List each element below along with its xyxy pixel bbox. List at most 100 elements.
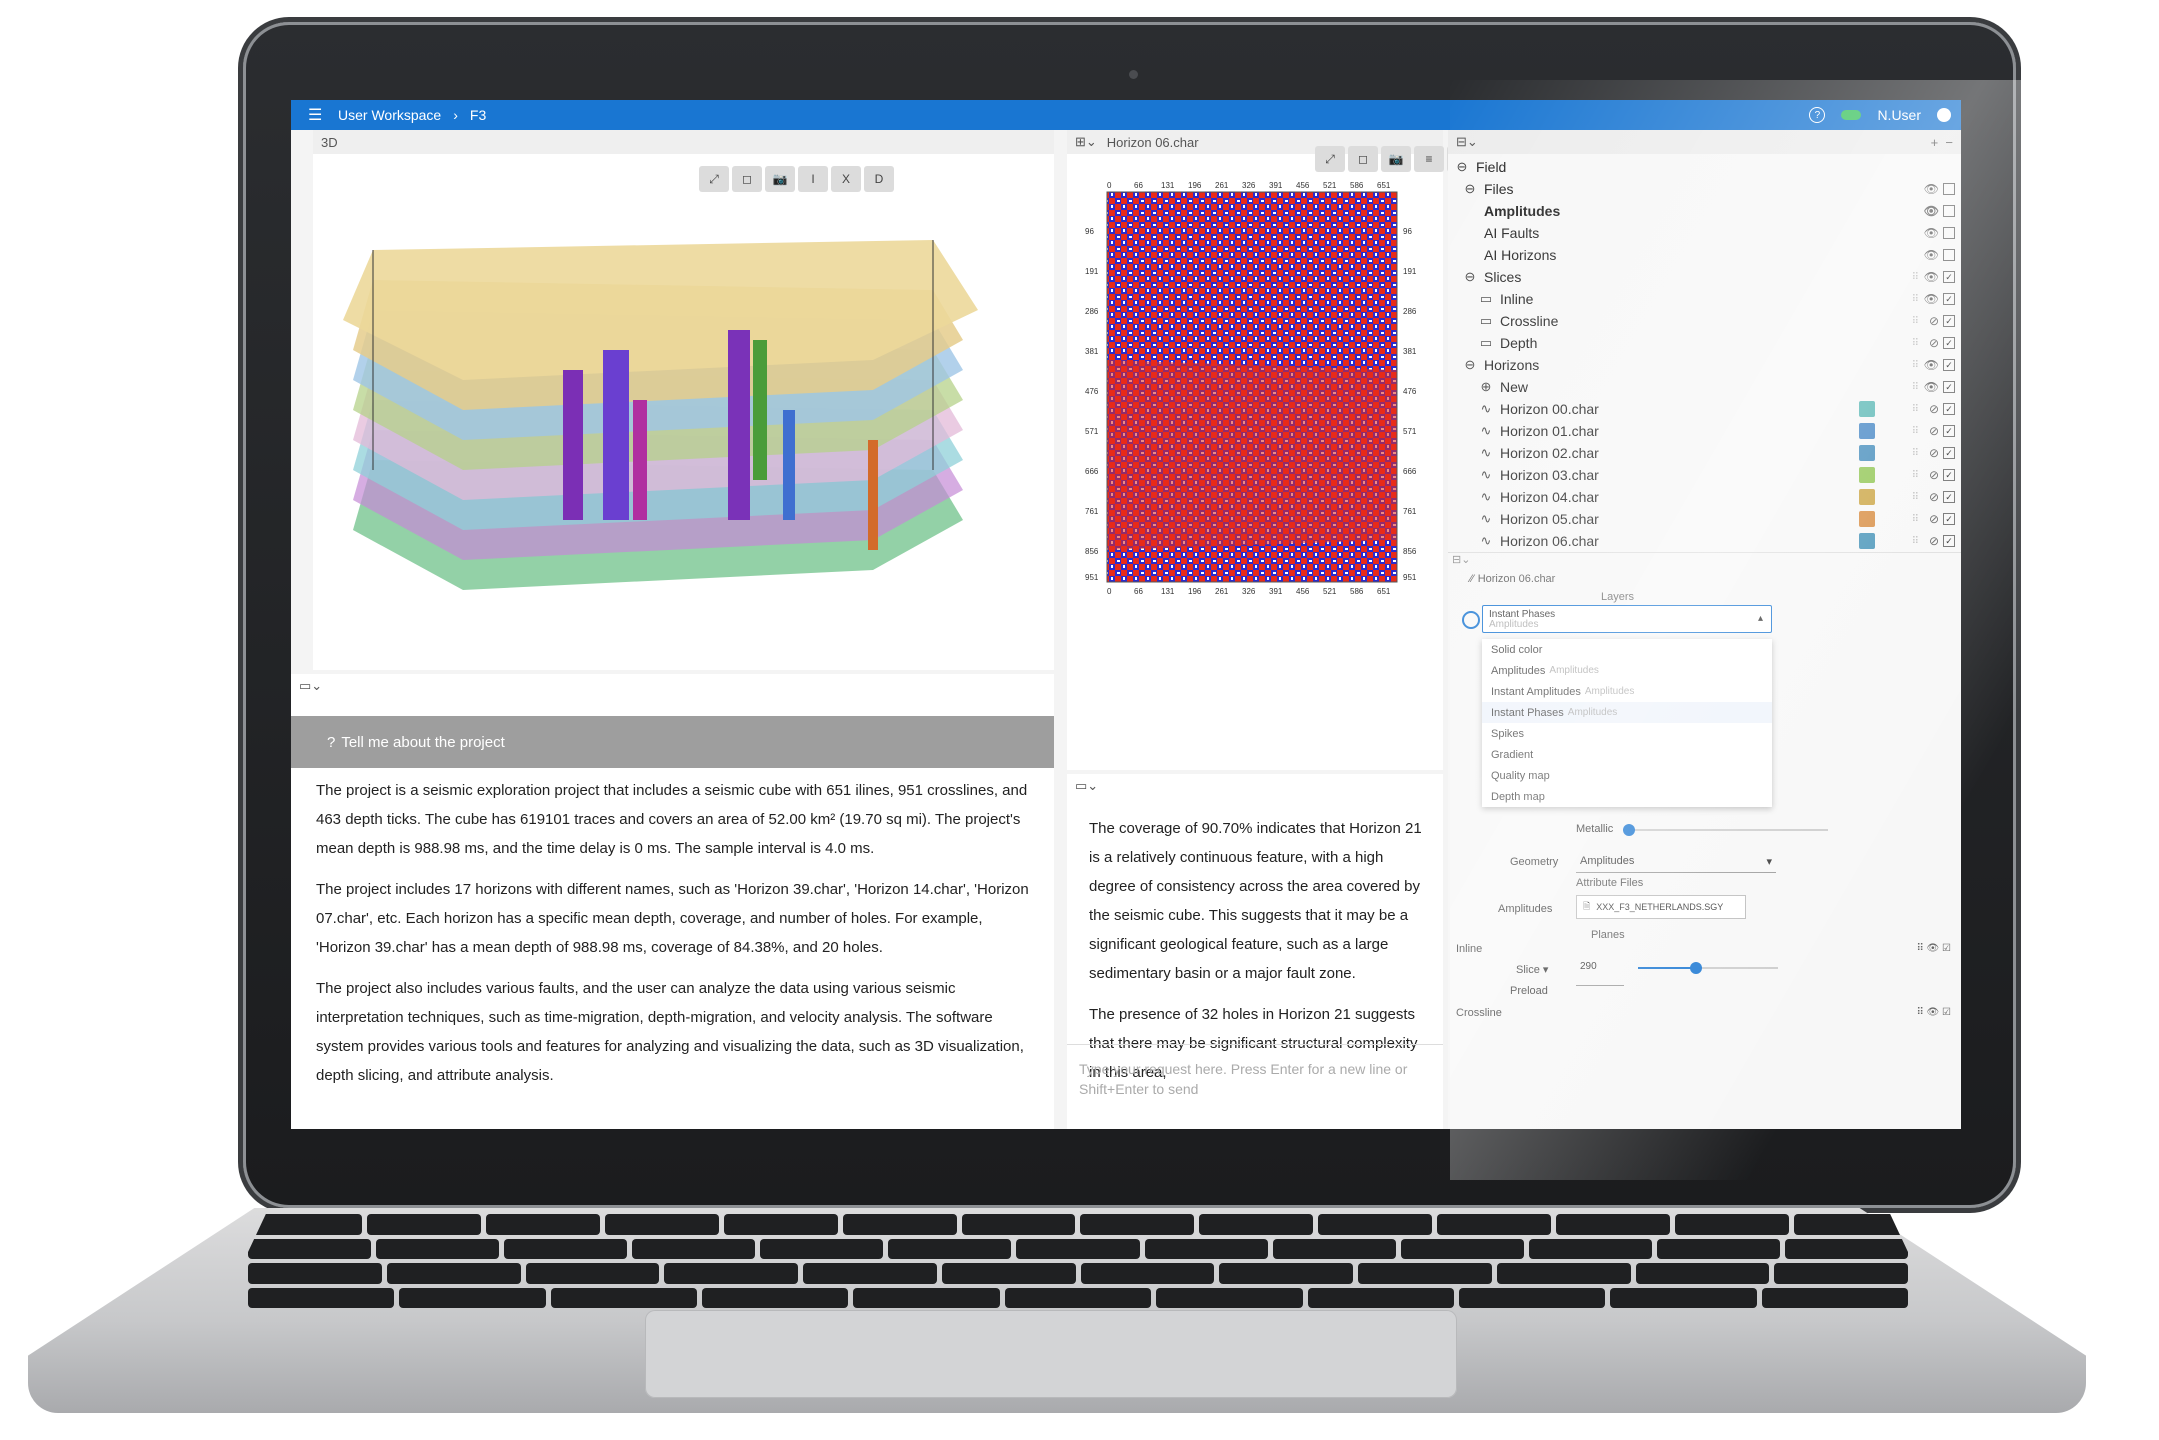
fit-view-button[interactable]: ⤢ [1315,146,1345,172]
horizon-attribute-map[interactable]: 0 66 131 196 261 326 391 456 521 586 651… [1067,180,1443,740]
drag-handle-icon[interactable]: ⠿ [1912,536,1919,547]
layer-option[interactable]: Quality map [1482,765,1772,786]
add-circle-icon[interactable]: ⊕ [1478,379,1494,395]
drag-handle-icon[interactable]: ⠿ [1912,514,1919,525]
metallic-slider-thumb[interactable] [1623,824,1635,836]
visibility-checkbox[interactable]: ✓ [1943,359,1955,371]
layer-option[interactable]: Depth map [1482,786,1772,807]
visibility-checkbox[interactable]: ✓ [1943,535,1955,547]
eye-icon[interactable]: 👁 [1924,292,1939,306]
eye-off-icon[interactable]: ⊘ [1929,534,1939,548]
drag-handle-icon[interactable]: ⠿ [1912,426,1919,437]
menu-icon[interactable]: ☰ [308,105,328,125]
layer-radio[interactable] [1462,611,1480,629]
chat-input[interactable]: Type your request here. Press Enter for … [1067,1044,1443,1129]
tree-node-file[interactable]: AI Faults 👁 [1454,222,1961,244]
layer-select[interactable]: Instant Phases Amplitudes ▴ [1482,605,1772,633]
color-swatch[interactable] [1859,489,1875,505]
eye-off-icon[interactable]: ⊘ [1929,468,1939,482]
layer-option[interactable]: Amplitudes Amplitudes [1482,660,1772,681]
list-button[interactable]: ≡ [1414,146,1444,172]
layer-option[interactable]: Solid color [1482,639,1772,660]
visibility-checkbox[interactable] [1943,183,1955,195]
eye-icon[interactable]: 👁 [1924,182,1939,196]
drag-handle-icon[interactable]: ⠿ [1912,272,1919,283]
tree-node-field[interactable]: ⊖ Field [1454,156,1961,178]
layer-option[interactable]: Spikes [1482,723,1772,744]
eye-off-icon[interactable]: ⊘ [1929,314,1939,328]
eye-off-icon[interactable]: ⊘ [1929,490,1939,504]
tree-node-horizon[interactable]: ∿ Horizon 03.char ⠿ ⊘ ✓ [1454,464,1961,486]
visibility-checkbox[interactable]: ✓ [1943,271,1955,283]
visibility-checkbox[interactable]: ✓ [1943,447,1955,459]
drag-handle-icon[interactable]: ⠿ [1912,448,1919,459]
tree-node-horizon[interactable]: ∿ Horizon 01.char ⠿ ⊘ ✓ [1454,420,1961,442]
metallic-slider[interactable] [1623,824,1828,836]
color-swatch[interactable] [1859,511,1875,527]
panel-menu-icon[interactable]: ⊞⌄ [1075,134,1097,150]
visibility-checkbox[interactable]: ✓ [1943,491,1955,503]
chat-icon[interactable]: ▭⌄ [299,678,322,694]
color-swatch[interactable] [1859,533,1875,549]
avatar[interactable] [1937,108,1951,122]
tree-view-icon[interactable]: ⊟⌄ [1456,134,1478,150]
inline-plane-controls[interactable]: ⠿ 👁 ☑ [1916,943,1951,954]
slice-value-input[interactable]: 290 [1576,957,1624,986]
eye-icon[interactable]: 👁 [1924,248,1939,262]
slice-slider[interactable] [1638,962,1778,974]
3d-view-title[interactable]: 3D [321,135,338,150]
properties-toggle-icon[interactable]: ⊟⌄ [1448,553,1961,569]
color-swatch[interactable] [1859,445,1875,461]
tree-node-horizon[interactable]: ∿ Horizon 00.char ⠿ ⊘ ✓ [1454,398,1961,420]
layer-option[interactable]: Gradient [1482,744,1772,765]
chat-icon[interactable]: ▭⌄ [1075,778,1098,794]
eye-icon[interactable]: 👁 [1924,270,1939,284]
tree-node-horizon[interactable]: ∿ Horizon 04.char ⠿ ⊘ ✓ [1454,486,1961,508]
visibility-checkbox[interactable]: ✓ [1943,403,1955,415]
tree-node-new[interactable]: ⊕ New ⠿ 👁 ✓ [1454,376,1961,398]
visibility-checkbox[interactable] [1943,249,1955,261]
collapse-icon[interactable]: ⊖ [1462,357,1478,373]
layer-option[interactable]: Instant Amplitudes Amplitudes [1482,681,1772,702]
eye-icon[interactable]: 👁 [1924,204,1939,218]
drag-handle-icon[interactable]: ⠿ [1912,316,1919,327]
layer-option[interactable]: Instant Phases Amplitudes [1482,702,1772,723]
eye-off-icon[interactable]: ⊘ [1929,512,1939,526]
drag-handle-icon[interactable]: ⠿ [1912,404,1919,415]
collapse-icon[interactable]: ⊖ [1462,269,1478,285]
eye-icon[interactable]: 👁 [1924,226,1939,240]
tree-node-horizon[interactable]: ∿ Horizon 05.char ⠿ ⊘ ✓ [1454,508,1961,530]
tree-node-file[interactable]: Amplitudes 👁 [1454,200,1961,222]
tree-node-horizon[interactable]: ∿ Horizon 06.char ⠿ ⊘ ✓ [1454,530,1961,552]
visibility-checkbox[interactable]: ✓ [1943,293,1955,305]
collapse-icon[interactable]: ⊖ [1454,159,1470,175]
tree-node-files[interactable]: ⊖ Files 👁 [1454,178,1961,200]
visibility-checkbox[interactable]: ✓ [1943,425,1955,437]
color-swatch[interactable] [1859,401,1875,417]
drag-handle-icon[interactable]: ⠿ [1912,294,1919,305]
eye-icon[interactable]: 👁 [1924,380,1939,394]
drag-handle-icon[interactable]: ⠿ [1912,382,1919,393]
geometry-select[interactable]: Amplitudes ▾ [1576,849,1776,873]
tree-node-horizons[interactable]: ⊖ Horizons ⠿ 👁 ✓ [1454,354,1961,376]
amplitudes-file-field[interactable]: 🗎 XXX_F3_NETHERLANDS.SGY [1576,895,1746,919]
eye-icon[interactable]: 👁 [1924,358,1939,372]
drag-handle-icon[interactable]: ⠿ [1912,338,1919,349]
visibility-checkbox[interactable] [1943,227,1955,239]
eye-off-icon[interactable]: ⊘ [1929,402,1939,416]
add-icon[interactable]: + [1931,135,1939,150]
frame-button[interactable]: ◻ [1348,146,1378,172]
collapse-icon[interactable]: ⊖ [1462,181,1478,197]
drag-handle-icon[interactable]: ⠿ [1912,492,1919,503]
eye-off-icon[interactable]: ⊘ [1929,336,1939,350]
help-icon[interactable]: ? [1809,107,1826,123]
slice-slider-thumb[interactable] [1690,962,1702,974]
breadcrumb-workspace[interactable]: User Workspace [338,107,441,123]
crossline-plane-controls[interactable]: ⠿ 👁 ☑ [1916,1007,1951,1018]
visibility-checkbox[interactable]: ✓ [1943,469,1955,481]
visibility-checkbox[interactable]: ✓ [1943,513,1955,525]
tree-node-file[interactable]: AI Horizons 👁 [1454,244,1961,266]
user-name[interactable]: N.User [1877,107,1921,123]
color-swatch[interactable] [1859,467,1875,483]
tree-node-slice[interactable]: ▭ Inline ⠿ 👁 ✓ [1454,288,1961,310]
